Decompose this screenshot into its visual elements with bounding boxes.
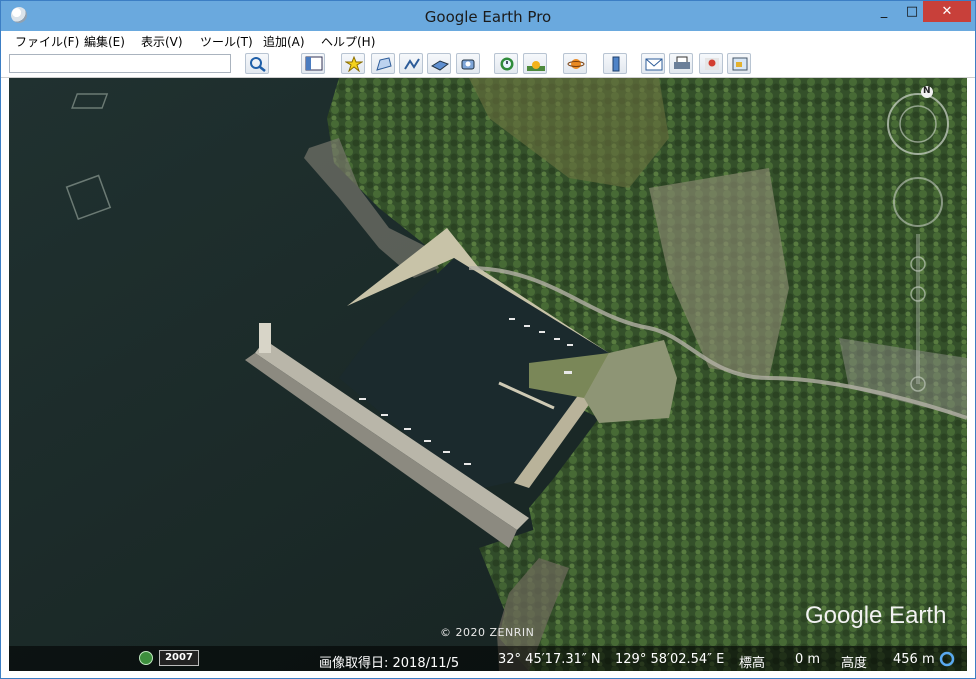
copyright-text: © 2020 ZENRIN	[440, 626, 535, 639]
sidebar-toggle-button[interactable]	[301, 53, 325, 74]
sidebar-icon	[305, 56, 323, 71]
title-bar[interactable]: Google Earth Pro _ □ ✕	[1, 1, 975, 31]
menu-add[interactable]: 追加(A)	[263, 33, 305, 50]
print-icon	[674, 56, 690, 69]
planets-icon	[567, 59, 585, 69]
imagery-year-badge[interactable]: 2007	[159, 650, 199, 666]
app-window: Google Earth Pro _ □ ✕ ファイル(F) 編集(E) 表示(…	[0, 0, 976, 679]
altitude-label: 高度	[841, 656, 868, 671]
view-in-google-maps-button[interactable]	[699, 53, 723, 74]
record-tour-button[interactable]	[456, 53, 480, 74]
google-maps-icon	[705, 58, 719, 70]
add-path-button[interactable]	[399, 53, 423, 74]
save-image-button[interactable]	[727, 53, 751, 74]
sunlight-icon	[527, 61, 545, 71]
add-placemark-button[interactable]	[341, 53, 365, 74]
status-bar: 2007 画像取得日: 2018/11/5 32° 45′17.31″ N 12…	[9, 646, 967, 671]
historical-imagery-button[interactable]	[494, 53, 518, 74]
menu-help[interactable]: ヘルプ(H)	[321, 33, 375, 50]
compass-ring[interactable]	[887, 93, 949, 155]
polygon-icon	[376, 57, 392, 71]
path-icon	[404, 58, 420, 70]
ruler-icon	[612, 56, 620, 72]
search-icon	[250, 57, 266, 72]
add-overlay-button[interactable]	[427, 53, 451, 74]
elevation-label: 標高	[739, 656, 766, 671]
historical-imagery-icon	[500, 57, 514, 71]
toolbar	[1, 51, 975, 78]
satellite-imagery	[9, 78, 967, 671]
navigation-controls[interactable]	[885, 84, 951, 404]
menu-file[interactable]: ファイル(F)	[15, 33, 79, 50]
search-input[interactable]	[9, 54, 231, 73]
elevation-value: 0 m	[795, 652, 821, 667]
add-polygon-button[interactable]	[371, 53, 395, 74]
email-button[interactable]	[641, 53, 665, 74]
overlay-icon	[431, 60, 449, 71]
loading-indicator-icon	[939, 651, 955, 667]
altitude-value: 456 m	[893, 652, 935, 667]
close-button[interactable]: ✕	[923, 1, 971, 22]
sunlight-button[interactable]	[523, 53, 547, 74]
planets-button[interactable]	[563, 53, 587, 74]
menu-bar: ファイル(F) 編集(E) 表示(V) ツール(T) 追加(A) ヘルプ(H)	[1, 31, 975, 51]
ruler-button[interactable]	[603, 53, 627, 74]
search-button[interactable]	[245, 53, 269, 74]
historical-imagery-clock-icon[interactable]	[139, 651, 153, 665]
minimize-button[interactable]: _	[869, 1, 899, 22]
google-earth-logo: Google Earth	[805, 602, 947, 629]
imagery-date: 画像取得日: 2018/11/5	[319, 656, 460, 671]
menu-edit[interactable]: 編集(E)	[84, 33, 125, 50]
menu-tools[interactable]: ツール(T)	[200, 33, 253, 50]
print-button[interactable]	[669, 53, 693, 74]
window-title: Google Earth Pro	[424, 8, 552, 26]
placemark-icon	[345, 56, 363, 72]
look-joystick[interactable]	[899, 105, 937, 143]
compass-north-label: N	[923, 86, 931, 96]
latitude-readout: 32° 45′17.31″ N	[498, 652, 601, 667]
earth-view[interactable]: N © 2020 ZENRIN Google Earth 2007 画像取得日:…	[9, 78, 967, 671]
image-export-icon	[732, 57, 748, 71]
email-icon	[645, 58, 663, 71]
longitude-readout: 129° 58′02.54″ E	[615, 652, 725, 667]
move-joystick[interactable]	[893, 177, 943, 227]
tour-icon	[461, 59, 475, 70]
menu-view[interactable]: 表示(V)	[141, 33, 183, 50]
